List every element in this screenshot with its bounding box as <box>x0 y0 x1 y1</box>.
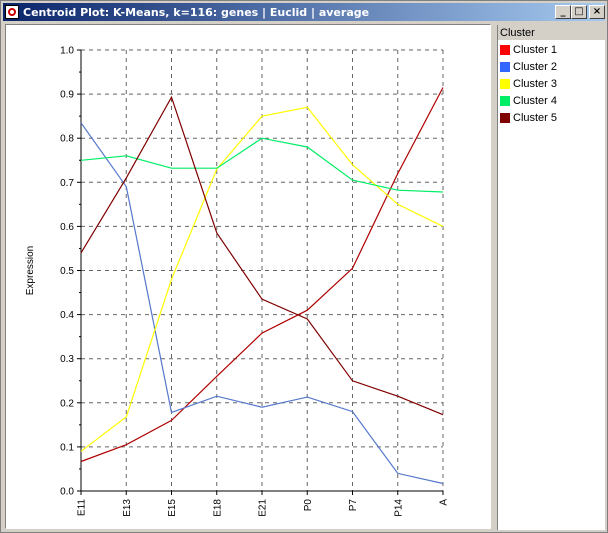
y-tick-label: 1.0 <box>60 46 74 57</box>
x-tick-label: E18 <box>212 499 223 517</box>
y-axis-label: Expression <box>25 246 36 295</box>
legend-swatch <box>500 44 510 55</box>
x-tick-label: A <box>439 499 450 506</box>
splitter[interactable] <box>492 24 496 529</box>
minimize-button[interactable]: _ <box>555 5 571 19</box>
legend-label: Cluster 5 <box>513 111 558 124</box>
window-title: Centroid Plot: K-Means, k=116: genes | E… <box>23 5 370 19</box>
legend-item[interactable]: Cluster 4 <box>498 92 605 109</box>
y-tick-label: 0.4 <box>60 310 74 321</box>
legend-item[interactable]: Cluster 1 <box>498 41 605 58</box>
y-tick-label: 0.6 <box>60 222 74 233</box>
y-tick-label: 0.1 <box>60 442 74 453</box>
x-tick-label: P0 <box>303 499 314 512</box>
series-line-cluster-3 <box>80 106 444 452</box>
x-tick-label: E11 <box>77 499 88 516</box>
x-tick-label: E13 <box>122 499 133 517</box>
legend-panel: Cluster Cluster 1 Cluster 2 Cluster 3 Clust… <box>497 25 605 530</box>
legend-label: Cluster 2 <box>513 60 558 73</box>
y-tick-label: 0.2 <box>60 398 74 409</box>
legend-label: Cluster 4 <box>513 94 558 107</box>
y-tick-label: 0.7 <box>60 178 74 189</box>
legend-list: Cluster 1 Cluster 2 Cluster 3 Cluster 4 Clus… <box>498 41 605 126</box>
legend-label: Cluster 1 <box>513 43 558 56</box>
legend-swatch <box>500 61 510 72</box>
legend-item[interactable]: Cluster 3 <box>498 75 605 92</box>
series-line-cluster-5 <box>80 95 444 416</box>
x-tick-label: E15 <box>167 499 178 517</box>
legend-item[interactable]: Cluster 5 <box>498 109 605 126</box>
legend-item[interactable]: Cluster 2 <box>498 58 605 75</box>
legend-header: Cluster <box>498 25 605 41</box>
close-button[interactable]: × <box>589 5 605 19</box>
x-tick-label: P7 <box>348 499 359 512</box>
x-tick-label: E21 <box>258 499 269 517</box>
y-tick-label: 0.0 <box>60 487 74 498</box>
legend-swatch <box>500 112 510 123</box>
centroid-plot-window: Centroid Plot: K-Means, k=116: genes | E… <box>0 0 608 533</box>
plot-panel: 0.0 0.1 0.2 0.3 0.4 0.5 0.6 0.7 0.8 0.9 1.0 E11 E13 E… <box>5 24 491 529</box>
app-icon[interactable] <box>5 5 19 19</box>
y-tick-label: 0.3 <box>60 354 74 365</box>
legend-label: Cluster 3 <box>513 77 558 90</box>
centroid-line-chart: 0.0 0.1 0.2 0.3 0.4 0.5 0.6 0.7 0.8 0.9 1.0 E11 E13 E… <box>25 46 450 517</box>
title-bar[interactable]: Centroid Plot: K-Means, k=116: genes | E… <box>3 3 605 21</box>
y-tick-label: 0.5 <box>60 266 74 277</box>
y-tick-label: 0.8 <box>60 134 74 145</box>
y-tick-label: 0.9 <box>60 90 74 101</box>
maximize-button[interactable]: □ <box>571 5 587 19</box>
legend-swatch <box>500 95 510 106</box>
x-tick-label: P14 <box>393 499 404 517</box>
legend-swatch <box>500 78 510 89</box>
